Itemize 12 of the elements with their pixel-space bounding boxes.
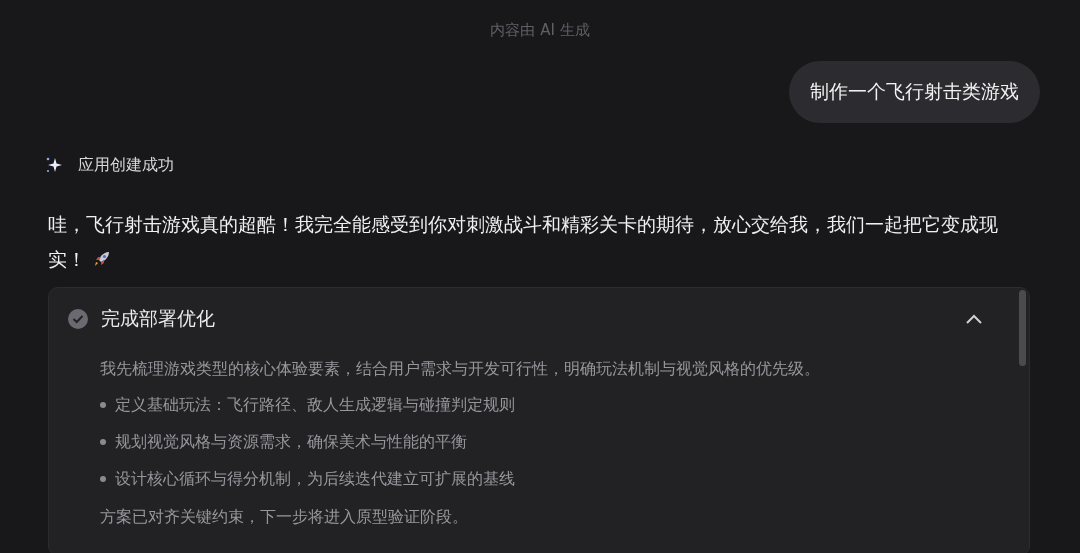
step-intro: 我先梳理游戏类型的核心体验要素，结合用户需求与开发可行性，明确玩法机制与视觉风格的优先级。	[100, 357, 821, 380]
step-title: 完成部署优化	[101, 306, 216, 332]
step-bullet: 规划视觉风格与资源需求，确保美术与性能的平衡	[115, 431, 467, 453]
chevron-up-icon[interactable]	[965, 312, 983, 325]
step-summary: 方案已对齐关键约束，下一步将进入原型验证阶段。	[100, 505, 469, 528]
status-text: 应用创建成功	[78, 153, 174, 176]
user-message: 制作一个飞行射击类游戏	[789, 60, 1040, 123]
step-bullet: 设计核心循环与得分机制，为后续迭代建立可扩展的基线	[115, 468, 515, 490]
scrollbar[interactable]	[1019, 289, 1026, 366]
ai-notice: 内容由 AI 生成	[490, 20, 590, 41]
reply-text: 哇，飞行射击游戏真的超酷！我完全能感受到你对刺激战斗和精彩关卡的期待，放心交给我，我们一起把它变成现实！	[48, 211, 999, 272]
step-bullet: 定义基础玩法：飞行路径、敌人生成逻辑与碰撞判定规则	[115, 394, 515, 416]
